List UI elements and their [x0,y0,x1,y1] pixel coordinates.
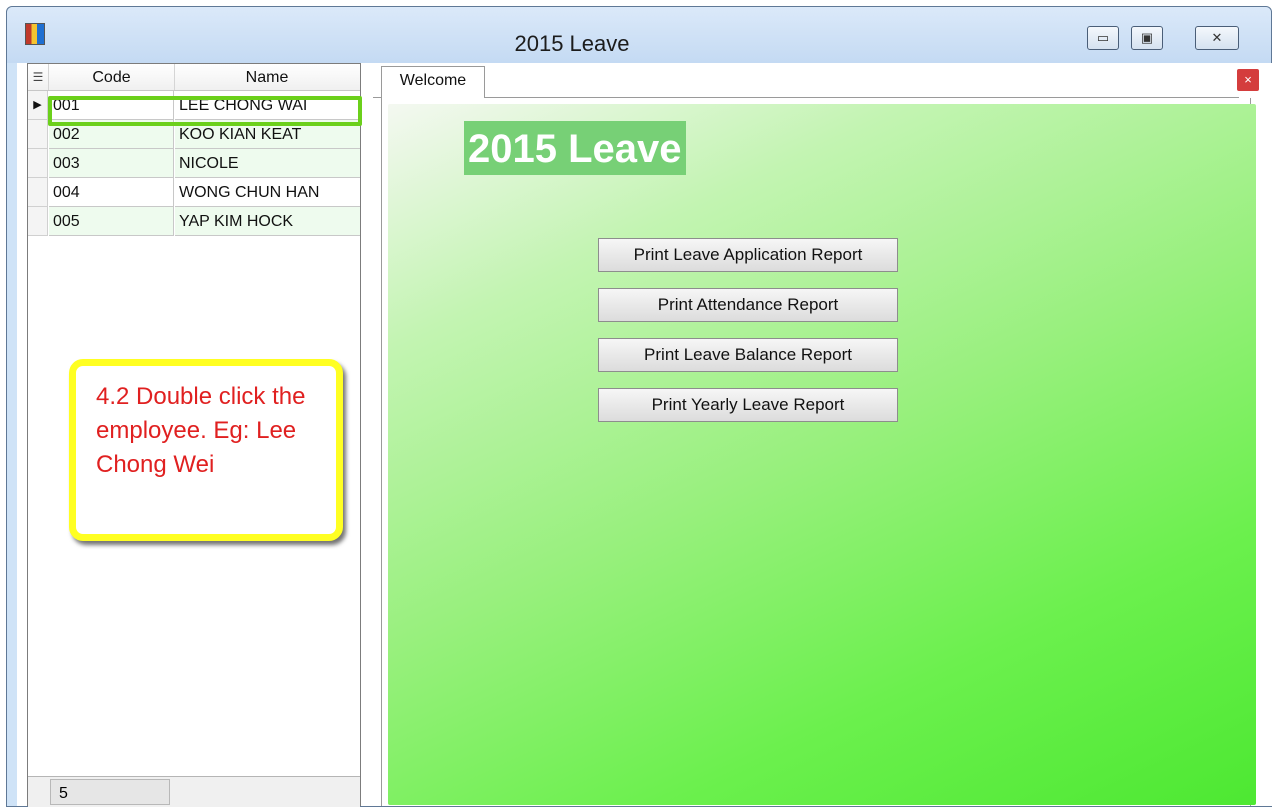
print-yearly-leave-report-button[interactable]: Print Yearly Leave Report [598,388,898,422]
cell-code[interactable]: 004 [49,178,174,207]
minimize-button[interactable]: ▭ [1087,26,1119,50]
cell-code[interactable]: 003 [49,149,174,178]
cell-code[interactable]: 005 [49,207,174,236]
app-window: 2015 Leave ▭ ▣ ✕ ☰ Code Name ▶ 001 LEE C… [6,6,1274,807]
print-attendance-report-button[interactable]: Print Attendance Report [598,288,898,322]
column-header-code[interactable]: Code [49,64,175,90]
cell-name[interactable]: WONG CHUN HAN [175,178,360,207]
close-button[interactable]: ✕ [1195,26,1239,50]
title-bar[interactable]: 2015 Leave ▭ ▣ ✕ [7,7,1271,63]
table-row[interactable]: 003 NICOLE [28,149,360,178]
record-count: 5 [50,779,170,805]
print-leave-application-report-button[interactable]: Print Leave Application Report [598,238,898,272]
welcome-panel: 2015 Leave Print Leave Application Repor… [381,98,1256,806]
tab-bar: Welcome × [373,63,1274,98]
selected-row-highlight [48,96,362,126]
client-area: ☰ Code Name ▶ 001 LEE CHONG WAI 002 KOO … [17,63,1274,807]
welcome-background: 2015 Leave Print Leave Application Repor… [388,104,1256,805]
grid-header: ☰ Code Name [28,64,360,91]
grid-footer: 5 [28,776,360,807]
tab-welcome[interactable]: Welcome [381,66,485,98]
row-indicator [28,120,48,149]
list-icon[interactable]: ☰ [28,64,49,90]
print-leave-balance-report-button[interactable]: Print Leave Balance Report [598,338,898,372]
instruction-callout: 4.2 Double click the employee. Eg: Lee C… [69,359,343,541]
table-row[interactable]: 005 YAP KIM HOCK [28,207,360,236]
column-header-name[interactable]: Name [175,64,359,90]
row-indicator [28,178,48,207]
window-title: 2015 Leave [514,31,630,56]
maximize-button[interactable]: ▣ [1131,26,1163,50]
row-indicator-icon: ▶ [28,91,48,120]
row-indicator [28,149,48,178]
cell-name[interactable]: YAP KIM HOCK [175,207,360,236]
close-tab-icon[interactable]: × [1237,69,1259,91]
welcome-banner: 2015 Leave [464,121,686,175]
row-indicator [28,207,48,236]
cell-name[interactable]: NICOLE [175,149,360,178]
table-row[interactable]: 004 WONG CHUN HAN [28,178,360,207]
